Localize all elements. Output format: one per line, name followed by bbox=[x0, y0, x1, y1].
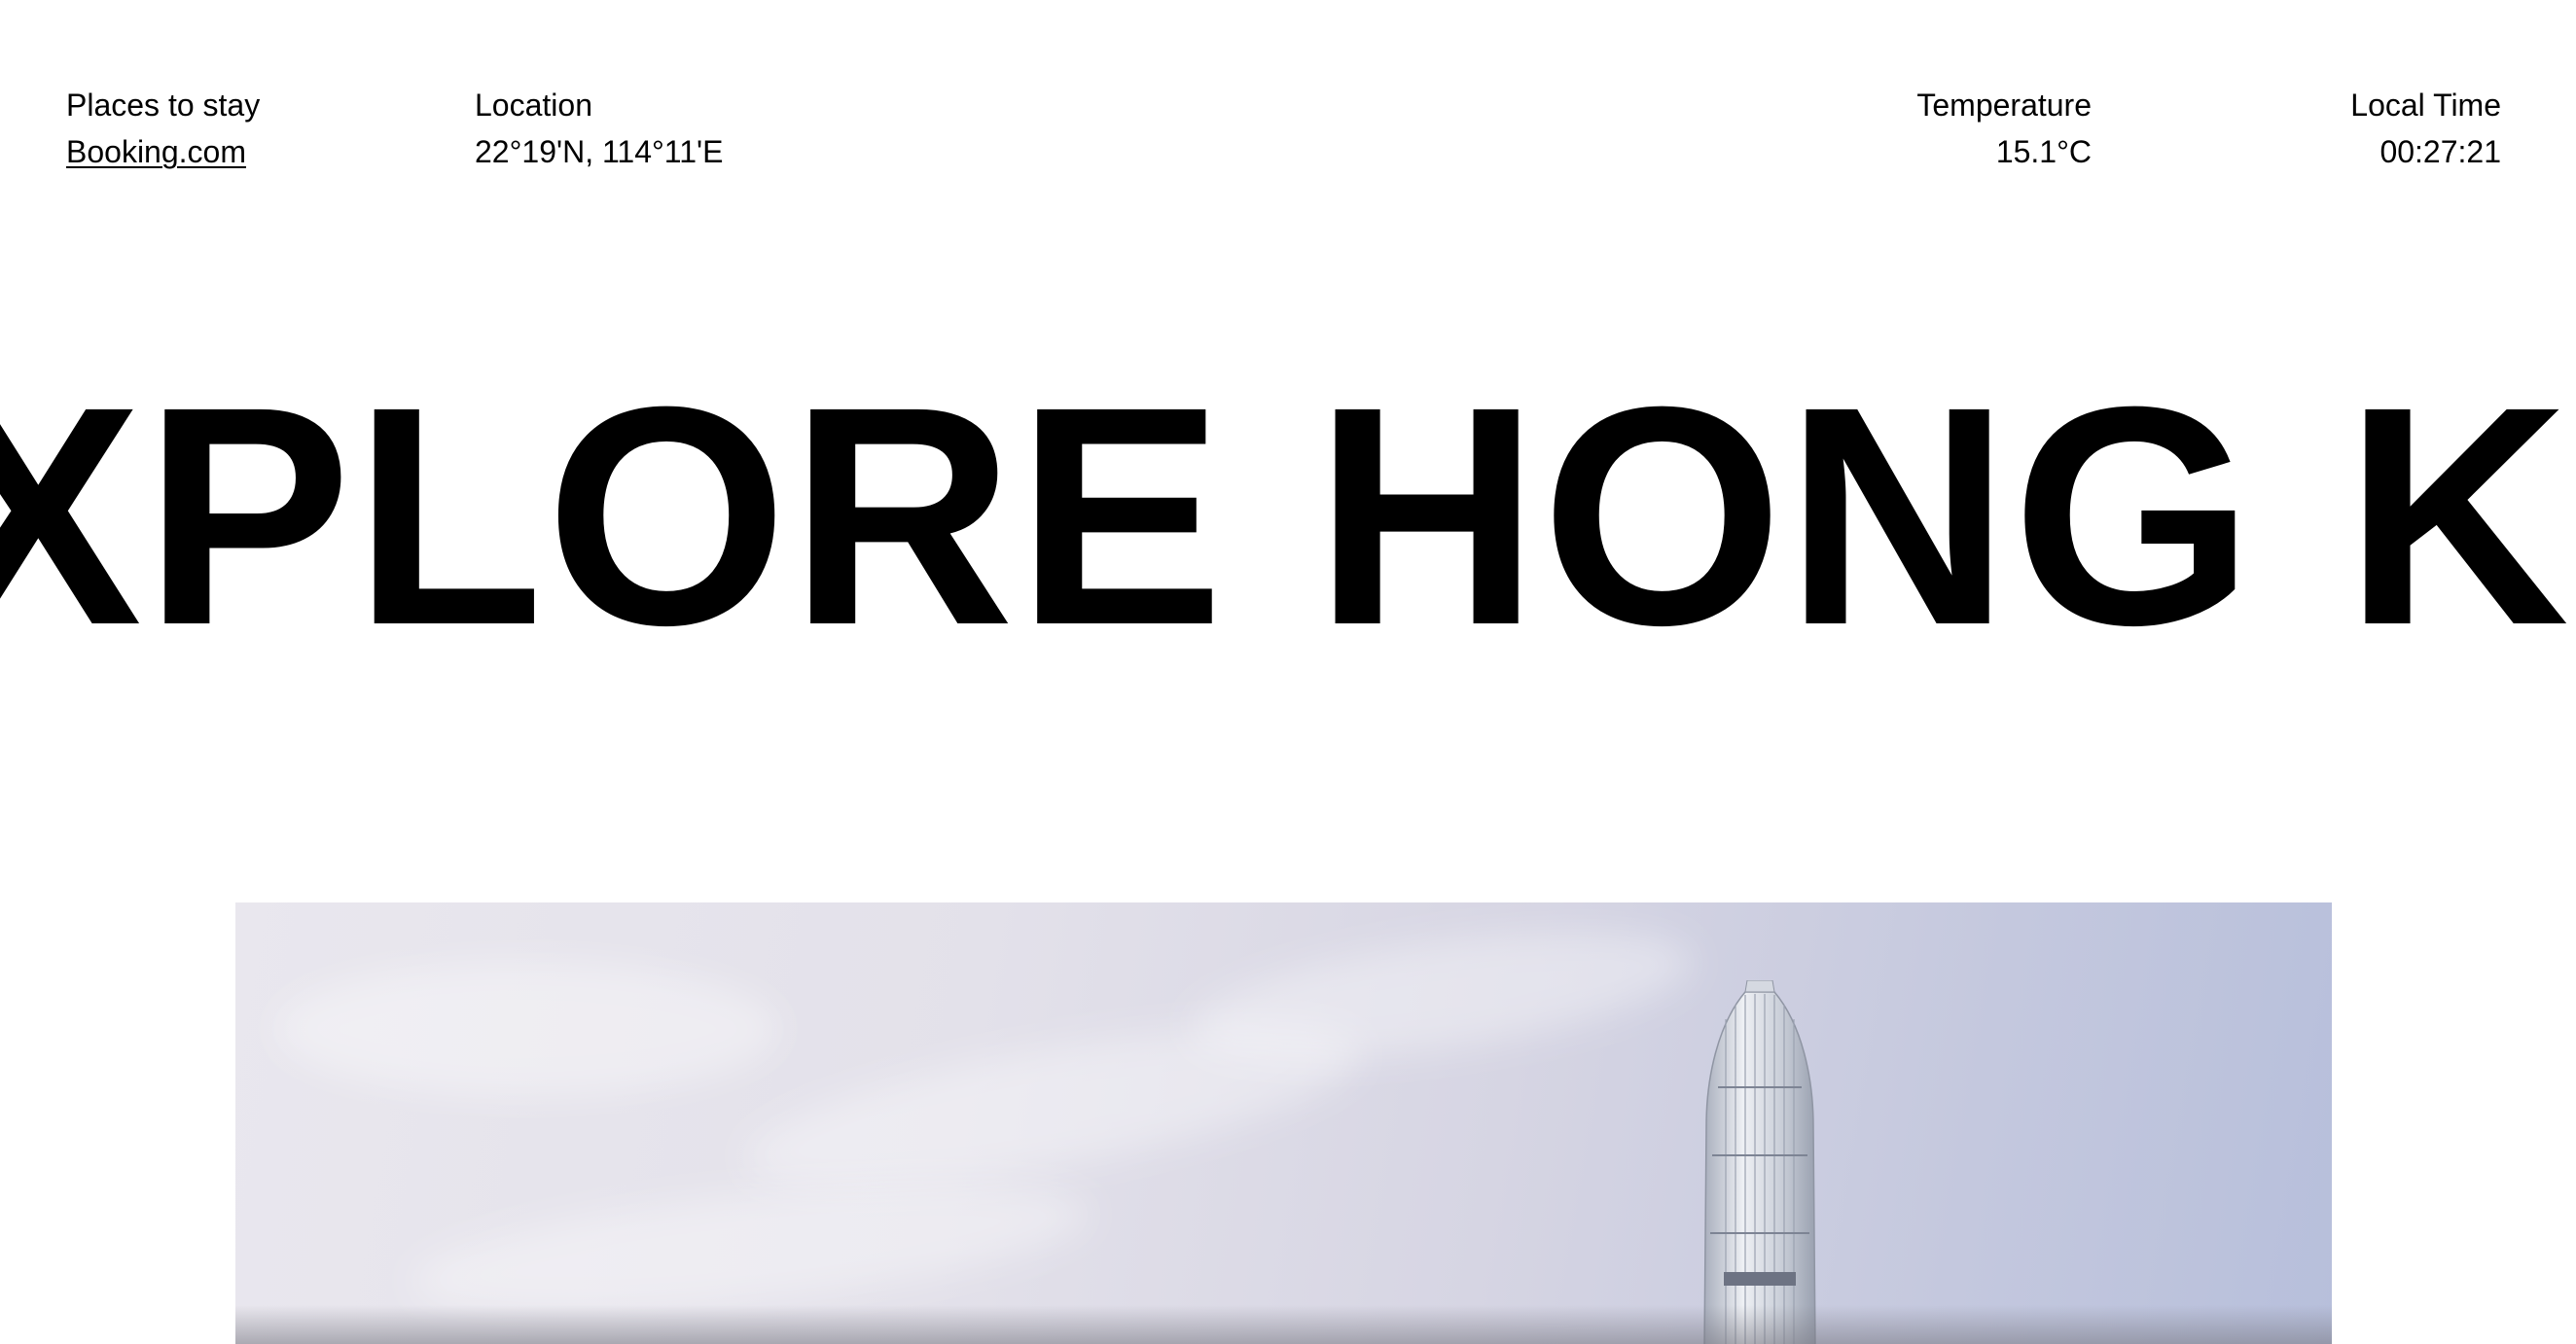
temperature-label: Temperature bbox=[1916, 88, 2092, 123]
location-value: 22°19'N, 114°11'E bbox=[475, 134, 724, 169]
local-time-label: Local Time bbox=[2350, 88, 2501, 123]
local-time-block: Local Time 00:27:21 bbox=[2350, 82, 2501, 175]
places-to-stay-label: Places to stay bbox=[66, 88, 261, 123]
cloud bbox=[274, 961, 780, 1097]
temperature-value: 15.1°C bbox=[1995, 134, 2092, 169]
cloud bbox=[1183, 906, 1700, 1083]
booking-link[interactable]: Booking.com bbox=[66, 128, 260, 175]
location-label: Location bbox=[475, 88, 592, 123]
places-to-stay-block: Places to stay Booking.com bbox=[66, 82, 260, 175]
haze bbox=[235, 1305, 2332, 1344]
headline-marquee: EXPLORE HONG KONG EXPLORE bbox=[0, 370, 2576, 661]
headline-text: EXPLORE HONG KONG EXPLORE bbox=[0, 370, 2576, 661]
temperature-block: Temperature 15.1°C bbox=[1916, 82, 2092, 175]
hero-image bbox=[235, 902, 2332, 1344]
local-time-value: 00:27:21 bbox=[2379, 134, 2501, 169]
location-block: Location 22°19'N, 114°11'E bbox=[475, 82, 723, 175]
page: Places to stay Booking.com Location 22°1… bbox=[0, 0, 2576, 1344]
skyscraper-icon bbox=[1703, 980, 1816, 1344]
